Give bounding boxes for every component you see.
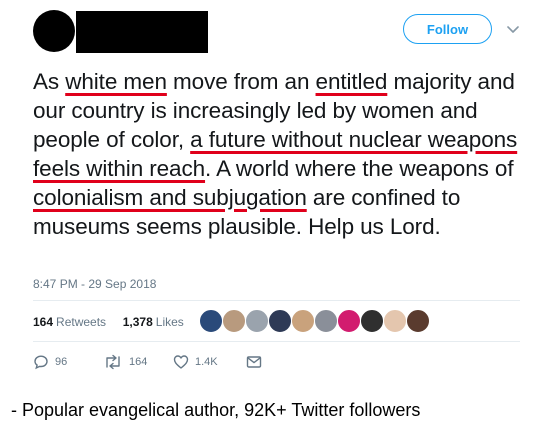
divider (33, 300, 520, 301)
liker-avatar[interactable] (360, 309, 384, 333)
liker-avatar[interactable] (314, 309, 338, 333)
avatar[interactable] (33, 10, 75, 52)
envelope-icon (246, 356, 262, 368)
caption: - Popular evangelical author, 92K+ Twitt… (11, 400, 421, 420)
likes-label: Likes (155, 315, 184, 329)
liker-avatar[interactable] (383, 309, 407, 333)
follow-button[interactable]: Follow (403, 14, 492, 44)
like-count: 1.4K (195, 356, 218, 368)
reply-count: 96 (55, 356, 68, 368)
liker-avatar[interactable] (268, 309, 292, 333)
heart-icon (173, 355, 189, 369)
liker-avatar[interactable] (245, 309, 269, 333)
retweets-count: 164 (33, 315, 54, 329)
tweet-stats: 164 Retweets 1,378 Likes (33, 315, 184, 329)
tweet-text-segment: move from an (166, 69, 316, 94)
retweet-icon (106, 354, 120, 370)
reply-icon (34, 355, 48, 370)
liker-avatar[interactable] (291, 309, 315, 333)
follow-button-label: Follow (426, 21, 469, 37)
reply-button[interactable]: 96 (33, 354, 67, 370)
like-button[interactable]: 1.4K (173, 354, 218, 370)
highlighted-phrase: entitled (315, 69, 388, 94)
liker-avatar[interactable] (199, 309, 223, 333)
retweet-button[interactable]: 164 (103, 354, 147, 370)
retweets-label: Retweets (56, 315, 107, 329)
retweets-stat[interactable]: 164 Retweets (33, 315, 106, 329)
redacted-name (76, 11, 208, 53)
liker-avatar[interactable] (222, 309, 246, 333)
tweet-text-segment: As (33, 69, 66, 94)
divider (33, 341, 520, 342)
liker-avatar[interactable] (337, 309, 361, 333)
likes-count: 1,378 (122, 315, 153, 329)
tweet-text-segment: . A world where the weapons of (205, 156, 514, 181)
retweet-count: 164 (129, 356, 148, 368)
tweet-text: As white men move from an entitled major… (33, 67, 533, 241)
highlighted-phrase: white men (65, 69, 167, 94)
liker-avatar[interactable] (406, 309, 430, 333)
chevron-down-icon[interactable] (506, 22, 520, 36)
message-button[interactable] (246, 354, 262, 370)
likes-stat[interactable]: 1,378 Likes (123, 315, 184, 329)
tweet-timestamp[interactable]: 8:47 PM - 29 Sep 2018 (33, 277, 156, 291)
highlighted-phrase: colonialism and subjugation (33, 185, 307, 210)
